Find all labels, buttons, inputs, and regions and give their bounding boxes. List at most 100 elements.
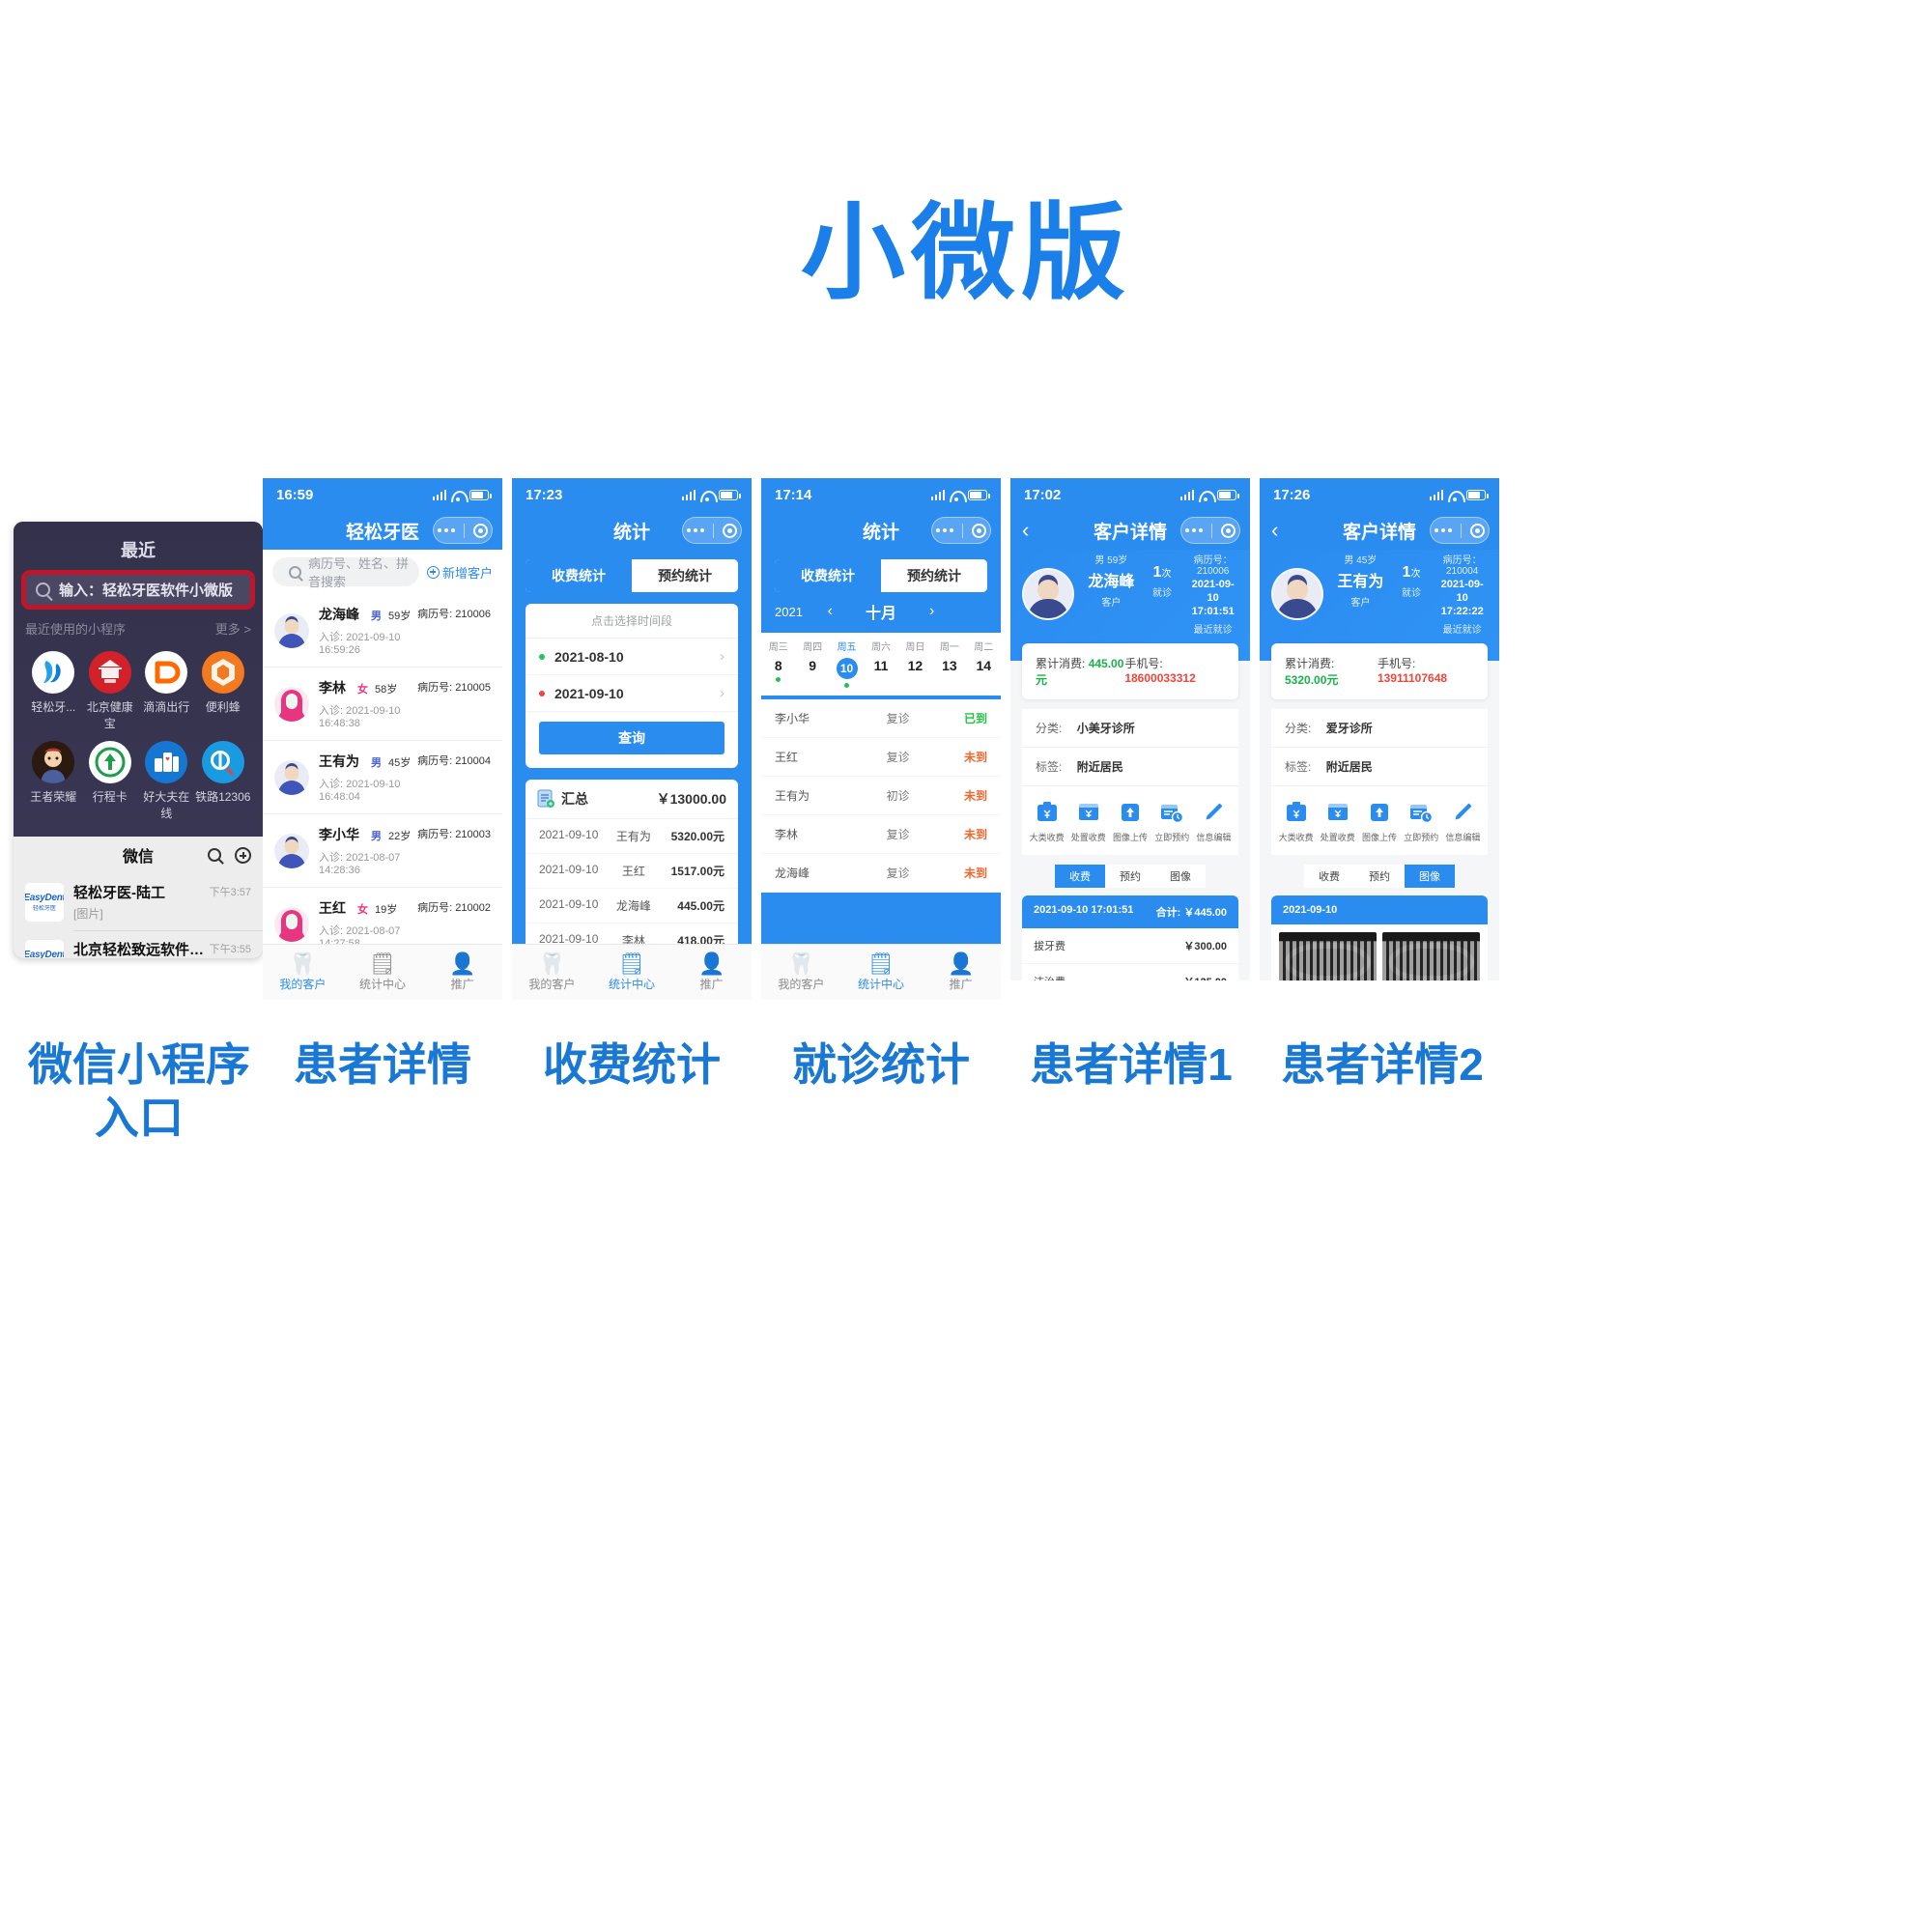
table-row[interactable]: 李小华 复诊 已到 — [761, 699, 1001, 738]
mini-program-capsule[interactable] — [931, 517, 991, 544]
bill-item-amount: ￥300.00 — [1183, 941, 1227, 953]
tab-charges[interactable]: 收费 — [1055, 865, 1105, 889]
table-row[interactable]: 李林 女 58岁 入诊: 2021-09-10 16:48:38 病历号: 21… — [263, 668, 502, 741]
calendar-day[interactable]: 周二 14 — [967, 639, 1001, 688]
action-edit-info[interactable]: 信息编辑 — [1442, 800, 1484, 843]
back-icon[interactable]: ‹ — [1271, 518, 1278, 543]
table-row[interactable]: 王红 复诊 未到 — [761, 738, 1001, 777]
bill-item-amount: ￥125.00 — [1183, 974, 1227, 980]
calendar-day-selected[interactable]: 周五 10 — [830, 639, 864, 688]
phone-visit-statistics: 17:14 统计 收费统计 预约统计 2021 ‹ 十月 › 周三 8 周四 9… — [761, 478, 1001, 1000]
plus-icon[interactable] — [235, 846, 251, 864]
calendar-day[interactable]: 周日 12 — [898, 639, 932, 688]
action-treatment-charge[interactable]: 处置收费 — [1067, 800, 1109, 843]
wechat-search-input[interactable]: 输入：轻松牙医软件小微版 — [21, 570, 255, 610]
tab-my-customers[interactable]: 🦷 我的客户 — [761, 952, 841, 992]
action-image-upload[interactable]: 图像上传 — [1109, 800, 1151, 843]
action-treatment-charge[interactable]: 处置收费 — [1317, 800, 1358, 843]
tab-appointment-stats[interactable]: 预约统计 — [632, 559, 738, 592]
tab-statistics[interactable]: 🗒 统计中心 — [592, 952, 672, 992]
tab-appointment-stats[interactable]: 预约统计 — [881, 559, 987, 592]
mini-program-item[interactable]: 滴滴出行 — [138, 651, 195, 731]
mini-program-item[interactable]: 行程卡 — [82, 741, 139, 821]
mini-program-item[interactable]: 便利蜂 — [195, 651, 252, 731]
action-image-upload[interactable]: 图像上传 — [1358, 800, 1400, 843]
tab-charge-stats[interactable]: 收费统计 — [526, 559, 632, 592]
table-row[interactable]: 2021-09-10 王红 1517.00元 — [526, 854, 738, 889]
chat-list-item[interactable]: EasyDent 轻松牙医 轻松牙医-陆工 [图片] 下午3:57 — [14, 873, 263, 930]
action-bulk-charge[interactable]: 大类收费 — [1275, 800, 1317, 843]
mini-program-item[interactable]: 好大夫在线 — [138, 741, 195, 821]
category-field[interactable]: 分类: 爱牙诊所 — [1271, 709, 1488, 749]
tab-charges[interactable]: 收费 — [1304, 865, 1354, 889]
chat-list-item[interactable]: EasyDent轻松牙医 北京轻松致远软件_ 文工 [图片] 下午3:55 — [14, 930, 263, 958]
tab-images[interactable]: 图像 — [1155, 865, 1206, 889]
tab-promotion[interactable]: 👤 推广 — [422, 952, 502, 992]
search-icon[interactable] — [208, 848, 221, 862]
tab-statistics[interactable]: 🗒 统计中心 — [343, 952, 423, 992]
tab-appointments[interactable]: 预约 — [1105, 865, 1155, 889]
action-edit-info[interactable]: 信息编辑 — [1193, 800, 1235, 843]
upload-icon — [1118, 800, 1143, 825]
chevron-right-icon[interactable]: › — [929, 603, 934, 620]
mini-program-item[interactable]: 铁路12306 — [195, 741, 252, 821]
tab-appointments[interactable]: 预约 — [1354, 865, 1405, 889]
close-target-icon[interactable] — [722, 523, 737, 538]
table-row[interactable]: 李林 复诊 未到 — [761, 815, 1001, 854]
xray-image[interactable] — [1279, 932, 1377, 980]
action-book-now[interactable]: 立即预约 — [1401, 800, 1442, 843]
mini-program-item[interactable]: 王者荣耀 — [25, 741, 82, 821]
tag-field[interactable]: 标签: 附近居民 — [1022, 748, 1238, 787]
date-to-row[interactable]: 2021-09-10 › — [526, 675, 738, 712]
mini-program-label: 好大夫在线 — [143, 790, 190, 820]
close-target-icon[interactable] — [472, 523, 488, 538]
customer-detail-body: 男 45岁 王有为 客户 1次 就诊 病历号：210004 2021-09-10… — [1260, 550, 1499, 980]
table-row[interactable]: 龙海峰 男 59岁 入诊: 2021-09-10 16:59:26 病历号: 2… — [263, 594, 502, 668]
action-book-now[interactable]: 立即预约 — [1151, 800, 1193, 843]
yuan-box-icon — [1076, 800, 1101, 825]
close-target-icon[interactable] — [1469, 523, 1485, 538]
more-icon[interactable] — [687, 528, 705, 532]
calendar-day[interactable]: 周三 8 — [761, 639, 795, 688]
calendar-week-row: 周三 8 周四 9 周五 10 周六 11 周日 12 周一 13 周二 14 — [761, 633, 1001, 696]
category-field[interactable]: 分类: 小美牙诊所 — [1022, 709, 1238, 749]
table-row[interactable]: 2021-09-10 龙海峰 445.00元 — [526, 889, 738, 923]
table-row[interactable]: 李小华 男 22岁 入诊: 2021-08-07 14:28:36 病历号: 2… — [263, 814, 502, 888]
table-row[interactable]: 王有为 男 45岁 入诊: 2021-09-10 16:48:04 病历号: 2… — [263, 741, 502, 814]
tab-statistics[interactable]: 🗒 统计中心 — [841, 952, 922, 992]
tab-my-customers[interactable]: 🦷 我的客户 — [512, 952, 592, 992]
tab-promotion[interactable]: 👤 推广 — [671, 952, 752, 992]
mini-program-capsule[interactable] — [1430, 517, 1490, 544]
more-icon[interactable] — [438, 528, 456, 532]
mini-program-item[interactable]: 北京健康宝 — [82, 651, 139, 731]
chevron-left-icon[interactable]: ‹ — [828, 603, 833, 620]
mini-program-item[interactable]: 轻松牙... — [25, 651, 82, 731]
calendar-day[interactable]: 周四 9 — [795, 639, 829, 688]
table-row[interactable]: 2021-09-10 王有为 5320.00元 — [526, 819, 738, 854]
tab-images[interactable]: 图像 — [1405, 865, 1455, 889]
mini-program-capsule[interactable] — [1180, 517, 1240, 544]
calendar-day[interactable]: 周六 11 — [864, 639, 897, 688]
add-customer-button[interactable]: 新增客户 — [426, 563, 493, 582]
calendar-day[interactable]: 周一 13 — [932, 639, 966, 688]
mini-program-capsule[interactable] — [682, 517, 742, 544]
date-from-row[interactable]: 2021-08-10 › — [526, 639, 738, 675]
more-icon[interactable] — [936, 528, 954, 532]
table-row[interactable]: 王有为 初诊 未到 — [761, 777, 1001, 815]
xray-image[interactable] — [1382, 932, 1480, 980]
table-row[interactable]: 龙海峰 复诊 未到 — [761, 854, 1001, 893]
close-target-icon[interactable] — [1220, 523, 1236, 538]
mini-program-capsule[interactable] — [433, 517, 493, 544]
action-bulk-charge[interactable]: 大类收费 — [1026, 800, 1067, 843]
more-icon[interactable] — [1185, 528, 1204, 532]
tab-charge-stats[interactable]: 收费统计 — [775, 559, 881, 592]
close-target-icon[interactable] — [971, 523, 986, 538]
query-button[interactable]: 查询 — [539, 722, 724, 754]
more-icon[interactable] — [1435, 528, 1453, 532]
back-icon[interactable]: ‹ — [1022, 518, 1029, 543]
tag-field[interactable]: 标签: 附近居民 — [1271, 748, 1488, 787]
tab-my-customers[interactable]: 🦷 我的客户 — [263, 952, 343, 992]
search-input[interactable]: 病历号、姓名、拼音搜索 — [272, 556, 419, 589]
tab-promotion[interactable]: 👤 推广 — [921, 952, 1001, 992]
more-link[interactable]: 更多 > — [215, 619, 251, 638]
